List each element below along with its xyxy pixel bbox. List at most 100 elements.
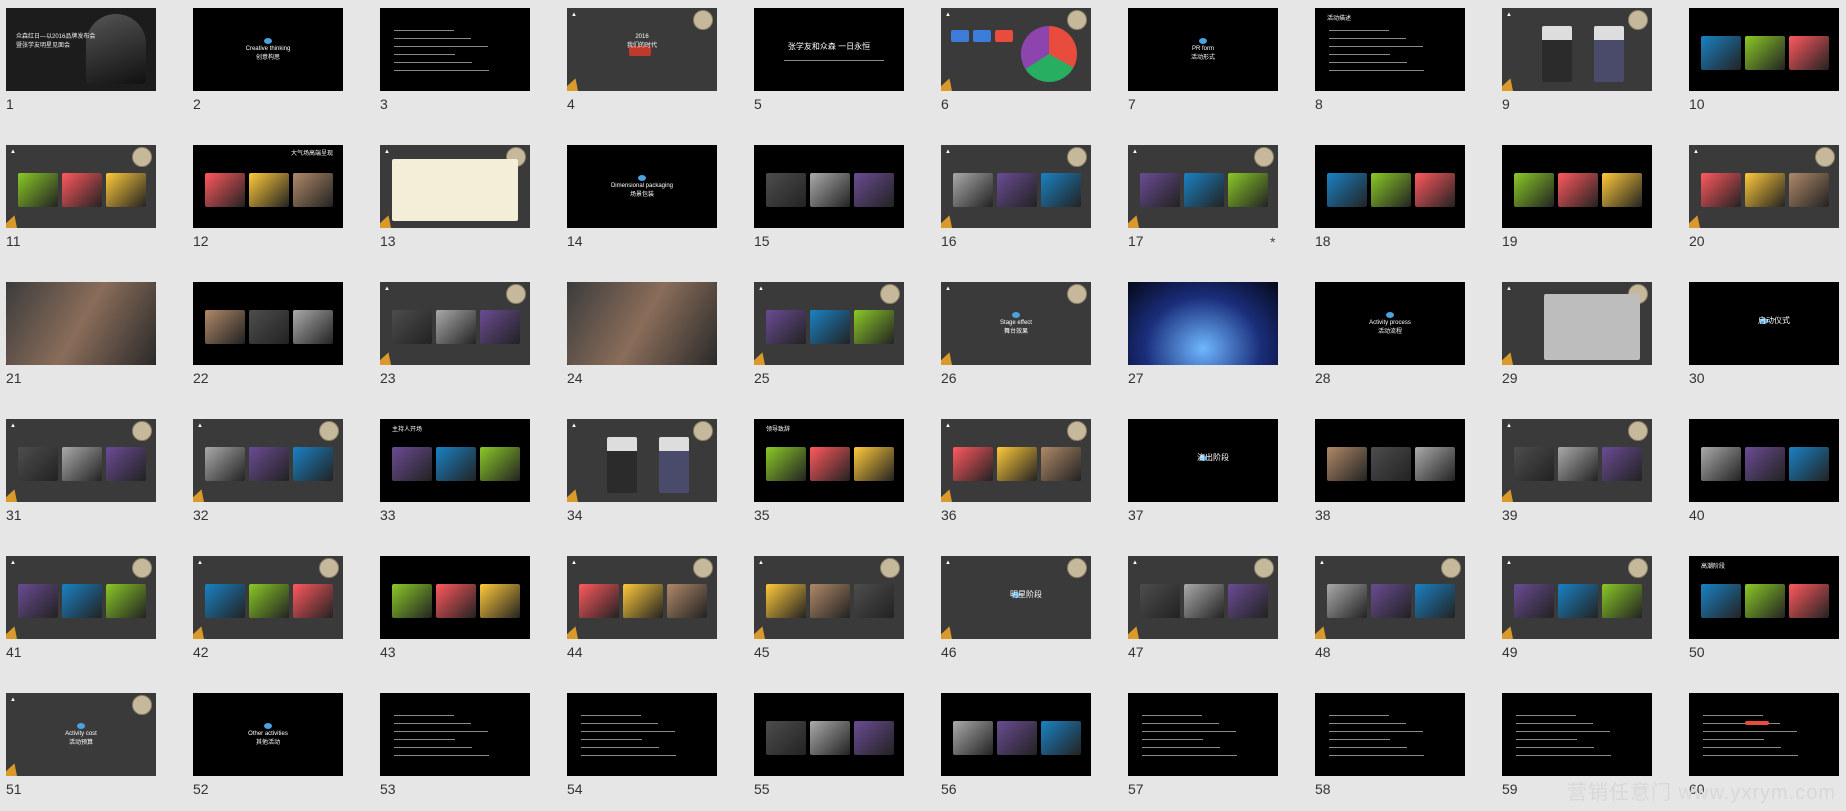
slide-thumbnail[interactable]: Creative thinking 创意构思 — [193, 8, 343, 91]
globe-icon — [1199, 38, 1207, 44]
slide-number: 25 — [754, 370, 770, 386]
slide-thumbnail[interactable]: ▲ — [754, 282, 904, 365]
logo-icon: ▲ — [384, 286, 390, 292]
slide-thumbnail[interactable] — [1315, 693, 1465, 776]
text-line — [1516, 739, 1577, 740]
slide-thumbnail[interactable] — [6, 282, 156, 365]
photo-tile — [854, 584, 894, 618]
slide-thumbnail[interactable] — [1128, 282, 1278, 365]
slide-thumbnail[interactable]: ▲ — [6, 145, 156, 228]
slide-thumbnail[interactable] — [567, 282, 717, 365]
slide-thumbnail[interactable]: 众森红日—以2016品牌发布会 暨张学友明星见面会 — [6, 8, 156, 91]
slide-thumbnail[interactable]: Activity process 活动流程 — [1315, 282, 1465, 365]
slide-thumbnail[interactable] — [193, 282, 343, 365]
photo-tile — [1371, 173, 1411, 207]
slide-text: 领导致辞 — [766, 427, 791, 433]
photo-tile — [249, 173, 289, 207]
slide-thumbnail[interactable]: ▲ — [1315, 556, 1465, 639]
slide-thumbnail[interactable]: ▲ — [1128, 145, 1278, 228]
slide-thumbnail[interactable]: ▲ Stage effect 舞台效果 — [941, 282, 1091, 365]
slide-thumbnail[interactable]: 主持人开场 — [380, 419, 530, 502]
slide-thumbnail[interactable] — [1502, 145, 1652, 228]
slide-thumbnail[interactable] — [1689, 8, 1839, 91]
slide-thumbnail[interactable]: 高潮阶段 — [1689, 556, 1839, 639]
slide-number: 10 — [1689, 96, 1705, 112]
slide-thumbnail[interactable]: 活动描述 — [1315, 8, 1465, 91]
photo-tile — [1041, 721, 1081, 755]
slide-thumbnail[interactable]: ▲ — [941, 8, 1091, 91]
pie-graphic — [1021, 26, 1077, 82]
star-decoration-icon — [1128, 623, 1146, 639]
photo-tile — [1558, 584, 1598, 618]
slide-thumbnail[interactable]: ▲ 2016 我们的时代 — [567, 8, 717, 91]
slide-thumbnail[interactable]: ▲ — [193, 419, 343, 502]
slide-thumbnail[interactable] — [567, 693, 717, 776]
slide-number: 24 — [567, 370, 583, 386]
slide-thumbnail[interactable]: PR form 活动形式 — [1128, 8, 1278, 91]
seal-icon — [693, 10, 713, 30]
process-step — [973, 30, 991, 42]
photo-tile — [1745, 447, 1785, 481]
slide-thumbnail[interactable]: ▲ — [1502, 282, 1652, 365]
slide-thumbnail[interactable]: 启动仪式 — [1689, 282, 1839, 365]
seal-icon — [132, 421, 152, 441]
slide-thumbnail[interactable]: ▲ — [567, 556, 717, 639]
slide-number: 29 — [1502, 370, 1518, 386]
text-line — [1703, 739, 1764, 740]
slide-thumbnail[interactable] — [941, 693, 1091, 776]
slide-thumbnail[interactable]: ▲ — [6, 556, 156, 639]
photo-tile — [1701, 36, 1741, 70]
slide-text: 演出阶段 — [1197, 453, 1229, 462]
slide-thumbnail[interactable] — [1689, 693, 1839, 776]
photo-tile — [766, 584, 806, 618]
slide-number: 4 — [567, 96, 575, 112]
slide-thumbnail[interactable]: Other activities 其他活动 — [193, 693, 343, 776]
slide-thumbnail[interactable] — [1128, 693, 1278, 776]
red-label — [1745, 721, 1769, 725]
slide-thumbnail[interactable]: 大气场高端呈现 — [193, 145, 343, 228]
slide-thumbnail[interactable]: ▲ — [941, 419, 1091, 502]
photo-tile — [1789, 584, 1829, 618]
slide-thumbnail[interactable]: ▲ — [567, 419, 717, 502]
seal-icon — [1067, 421, 1087, 441]
slide-text: 舞台效果 — [1003, 329, 1028, 335]
slide-number: 23 — [380, 370, 396, 386]
slide-thumbnail[interactable] — [380, 8, 530, 91]
globe-icon — [1012, 312, 1020, 318]
slide-thumbnail[interactable] — [1689, 419, 1839, 502]
slide-thumbnail[interactable]: ▲ 明星阶段 — [941, 556, 1091, 639]
slide-thumbnail[interactable]: ▲ — [754, 556, 904, 639]
slide-thumbnail[interactable] — [1502, 693, 1652, 776]
slide-number: 22 — [193, 370, 209, 386]
photo-tile — [810, 584, 850, 618]
slide-thumbnail[interactable]: ▲ — [380, 282, 530, 365]
star-decoration-icon — [1128, 212, 1146, 228]
slide-thumbnail[interactable]: 演出阶段 — [1128, 419, 1278, 502]
slide-text: PR form — [1191, 46, 1214, 52]
photo-tile — [810, 721, 850, 755]
stage-photo — [1128, 282, 1278, 365]
slide-thumbnail[interactable]: ▲ — [193, 556, 343, 639]
slide-thumbnail[interactable]: ▲ — [1502, 419, 1652, 502]
slide-thumbnail[interactable]: ▲ Activity cost 活动预算 — [6, 693, 156, 776]
slide-thumbnail[interactable]: Dimensional packaging 场景包装 — [567, 145, 717, 228]
photo-tile — [1327, 584, 1367, 618]
globe-icon — [77, 723, 85, 729]
slide-thumbnail[interactable]: ▲ — [941, 145, 1091, 228]
slide-thumbnail[interactable] — [380, 693, 530, 776]
slide-thumbnail[interactable]: ▲ — [1502, 556, 1652, 639]
slide-thumbnail[interactable]: 领导致辞 — [754, 419, 904, 502]
slide-thumbnail[interactable]: ▲ — [1502, 8, 1652, 91]
slide-thumbnail[interactable]: ▲ — [1689, 145, 1839, 228]
slide-thumbnail[interactable]: 张学友和众森 一日永恒 — [754, 8, 904, 91]
slide-thumbnail[interactable]: ▲ — [6, 419, 156, 502]
slide-thumbnail[interactable]: ▲ — [1128, 556, 1278, 639]
slide-thumbnail[interactable] — [754, 145, 904, 228]
slide-text: 活动形式 — [1190, 55, 1215, 61]
text-line — [394, 731, 488, 732]
slide-thumbnail[interactable] — [754, 693, 904, 776]
slide-thumbnail[interactable] — [380, 556, 530, 639]
slide-thumbnail[interactable] — [1315, 145, 1465, 228]
slide-thumbnail[interactable] — [1315, 419, 1465, 502]
slide-thumbnail[interactable]: ▲ — [380, 145, 530, 228]
